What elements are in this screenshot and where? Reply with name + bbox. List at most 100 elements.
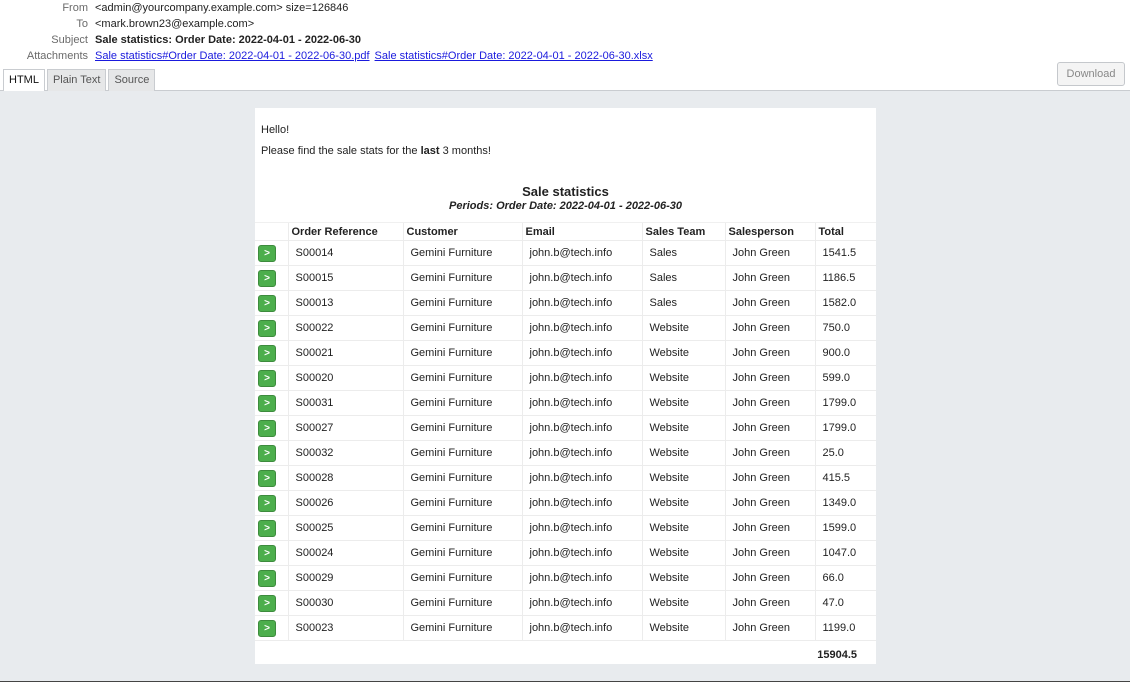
- message-header: From <admin@yourcompany.example.com> size…: [0, 0, 1130, 92]
- row-action-cell: >: [255, 440, 288, 466]
- sales-team-cell: Website: [641, 540, 725, 566]
- order-reference-cell: S00022: [287, 315, 403, 341]
- row-action-cell: >: [255, 590, 288, 616]
- order-reference-cell: S00029: [287, 565, 403, 591]
- table-row: > S00027 Gemini Furniture john.b@tech.info W…: [255, 415, 876, 441]
- sales-team-cell: Website: [641, 565, 725, 591]
- sales-team-cell: Sales: [641, 240, 725, 266]
- open-order-button[interactable]: >: [258, 594, 276, 612]
- table-row: > S00023 Gemini Furniture john.b@tech.info W…: [255, 615, 876, 641]
- total-cell: 599.0: [814, 365, 876, 391]
- order-reference-cell: S00026: [287, 490, 403, 516]
- greeting-text: Hello!: [261, 124, 290, 136]
- attachment-pdf-link[interactable]: Sale statistics#Order Date: 2022-04-01 -…: [95, 50, 370, 62]
- total-cell: 47.0: [814, 590, 876, 616]
- table-row: > S00013 Gemini Furniture john.b@tech.info S…: [255, 290, 876, 316]
- total-cell: 1582.0: [814, 290, 876, 316]
- open-order-button[interactable]: >: [258, 419, 276, 437]
- total-cell: 25.0: [814, 440, 876, 466]
- email-cell: john.b@tech.info: [521, 590, 642, 616]
- attachment-xlsx-link[interactable]: Sale statistics#Order Date: 2022-04-01 -…: [375, 50, 653, 62]
- row-action-cell: >: [255, 315, 288, 341]
- order-reference-cell: S00030: [287, 590, 403, 616]
- row-action-cell: >: [255, 565, 288, 591]
- sales-team-cell: Website: [641, 415, 725, 441]
- sales-team-cell: Website: [641, 390, 725, 416]
- email-cell: john.b@tech.info: [521, 265, 642, 291]
- total-cell: 1349.0: [814, 490, 876, 516]
- sales-table: Order Reference Customer Email Sales Tea…: [255, 222, 876, 641]
- from-row: From <admin@yourcompany.example.com> size…: [0, 0, 348, 16]
- table-row: > S00030 Gemini Furniture john.b@tech.info W…: [255, 590, 876, 616]
- open-order-button[interactable]: >: [258, 394, 276, 412]
- table-row: > S00021 Gemini Furniture john.b@tech.info W…: [255, 340, 876, 366]
- total-cell: 750.0: [814, 315, 876, 341]
- open-order-button[interactable]: >: [258, 619, 276, 637]
- report-title: Sale statistics: [522, 184, 609, 199]
- table-row: > S00024 Gemini Furniture john.b@tech.info W…: [255, 540, 876, 566]
- email-cell: john.b@tech.info: [521, 540, 642, 566]
- customer-cell: Gemini Furniture: [402, 465, 522, 491]
- open-order-button[interactable]: >: [258, 369, 276, 387]
- table-row: > S00015 Gemini Furniture john.b@tech.info S…: [255, 265, 876, 291]
- customer-cell: Gemini Furniture: [402, 490, 522, 516]
- tab-html[interactable]: HTML: [3, 69, 45, 92]
- sales-team-cell: Website: [641, 465, 725, 491]
- customer-cell: Gemini Furniture: [402, 290, 522, 316]
- salesperson-cell: John Green: [724, 390, 815, 416]
- table-row: > S00031 Gemini Furniture john.b@tech.info W…: [255, 390, 876, 416]
- order-reference-cell: S00032: [287, 440, 403, 466]
- customer-cell: Gemini Furniture: [402, 315, 522, 341]
- sales-team-cell: Website: [641, 315, 725, 341]
- open-order-button[interactable]: >: [258, 444, 276, 462]
- sales-team-cell: Website: [641, 615, 725, 641]
- order-reference-cell: S00014: [287, 240, 403, 266]
- intro-text: Please find the sale stats for the last …: [261, 145, 491, 157]
- row-action-cell: >: [255, 290, 288, 316]
- email-cell: john.b@tech.info: [521, 615, 642, 641]
- total-cell: 415.5: [814, 465, 876, 491]
- open-order-button[interactable]: >: [258, 519, 276, 537]
- email-cell: john.b@tech.info: [521, 440, 642, 466]
- to-row: To <mark.brown23@example.com>: [0, 16, 254, 32]
- customer-cell: Gemini Furniture: [402, 540, 522, 566]
- table-row: > S00020 Gemini Furniture john.b@tech.info W…: [255, 365, 876, 391]
- email-cell: john.b@tech.info: [521, 415, 642, 441]
- column-header-action: [255, 222, 288, 241]
- from-label: From: [62, 2, 88, 14]
- total-cell: 900.0: [814, 340, 876, 366]
- column-header-sales-team: Sales Team: [641, 222, 725, 241]
- tab-plain-text[interactable]: Plain Text: [46, 69, 107, 91]
- table-header-row: Order Reference Customer Email Sales Tea…: [255, 222, 876, 241]
- salesperson-cell: John Green: [724, 490, 815, 516]
- column-header-total: Total: [814, 222, 876, 241]
- row-action-cell: >: [255, 415, 288, 441]
- open-order-button[interactable]: >: [258, 569, 276, 587]
- grand-total: 15904.5: [817, 649, 857, 661]
- open-order-button[interactable]: >: [258, 244, 276, 262]
- tab-source[interactable]: Source: [108, 69, 156, 91]
- open-order-button[interactable]: >: [258, 494, 276, 512]
- total-cell: 1186.5: [814, 265, 876, 291]
- sales-team-cell: Website: [641, 490, 725, 516]
- open-order-button[interactable]: >: [258, 469, 276, 487]
- to-value: <mark.brown23@example.com>: [95, 18, 255, 30]
- open-order-button[interactable]: >: [258, 269, 276, 287]
- salesperson-cell: John Green: [724, 465, 815, 491]
- customer-cell: Gemini Furniture: [402, 415, 522, 441]
- customer-cell: Gemini Furniture: [402, 240, 522, 266]
- open-order-button[interactable]: >: [258, 544, 276, 562]
- open-order-button[interactable]: >: [258, 344, 276, 362]
- open-order-button[interactable]: >: [258, 319, 276, 337]
- sales-team-cell: Website: [641, 365, 725, 391]
- email-cell: john.b@tech.info: [521, 315, 642, 341]
- column-header-salesperson: Salesperson: [724, 222, 815, 241]
- sales-team-cell: Website: [641, 340, 725, 366]
- row-action-cell: >: [255, 540, 288, 566]
- table-row: > S00025 Gemini Furniture john.b@tech.info W…: [255, 515, 876, 541]
- row-action-cell: >: [255, 265, 288, 291]
- download-button[interactable]: Download: [1057, 62, 1125, 86]
- open-order-button[interactable]: >: [258, 294, 276, 312]
- row-action-cell: >: [255, 390, 288, 416]
- table-row: > S00028 Gemini Furniture john.b@tech.info W…: [255, 465, 876, 491]
